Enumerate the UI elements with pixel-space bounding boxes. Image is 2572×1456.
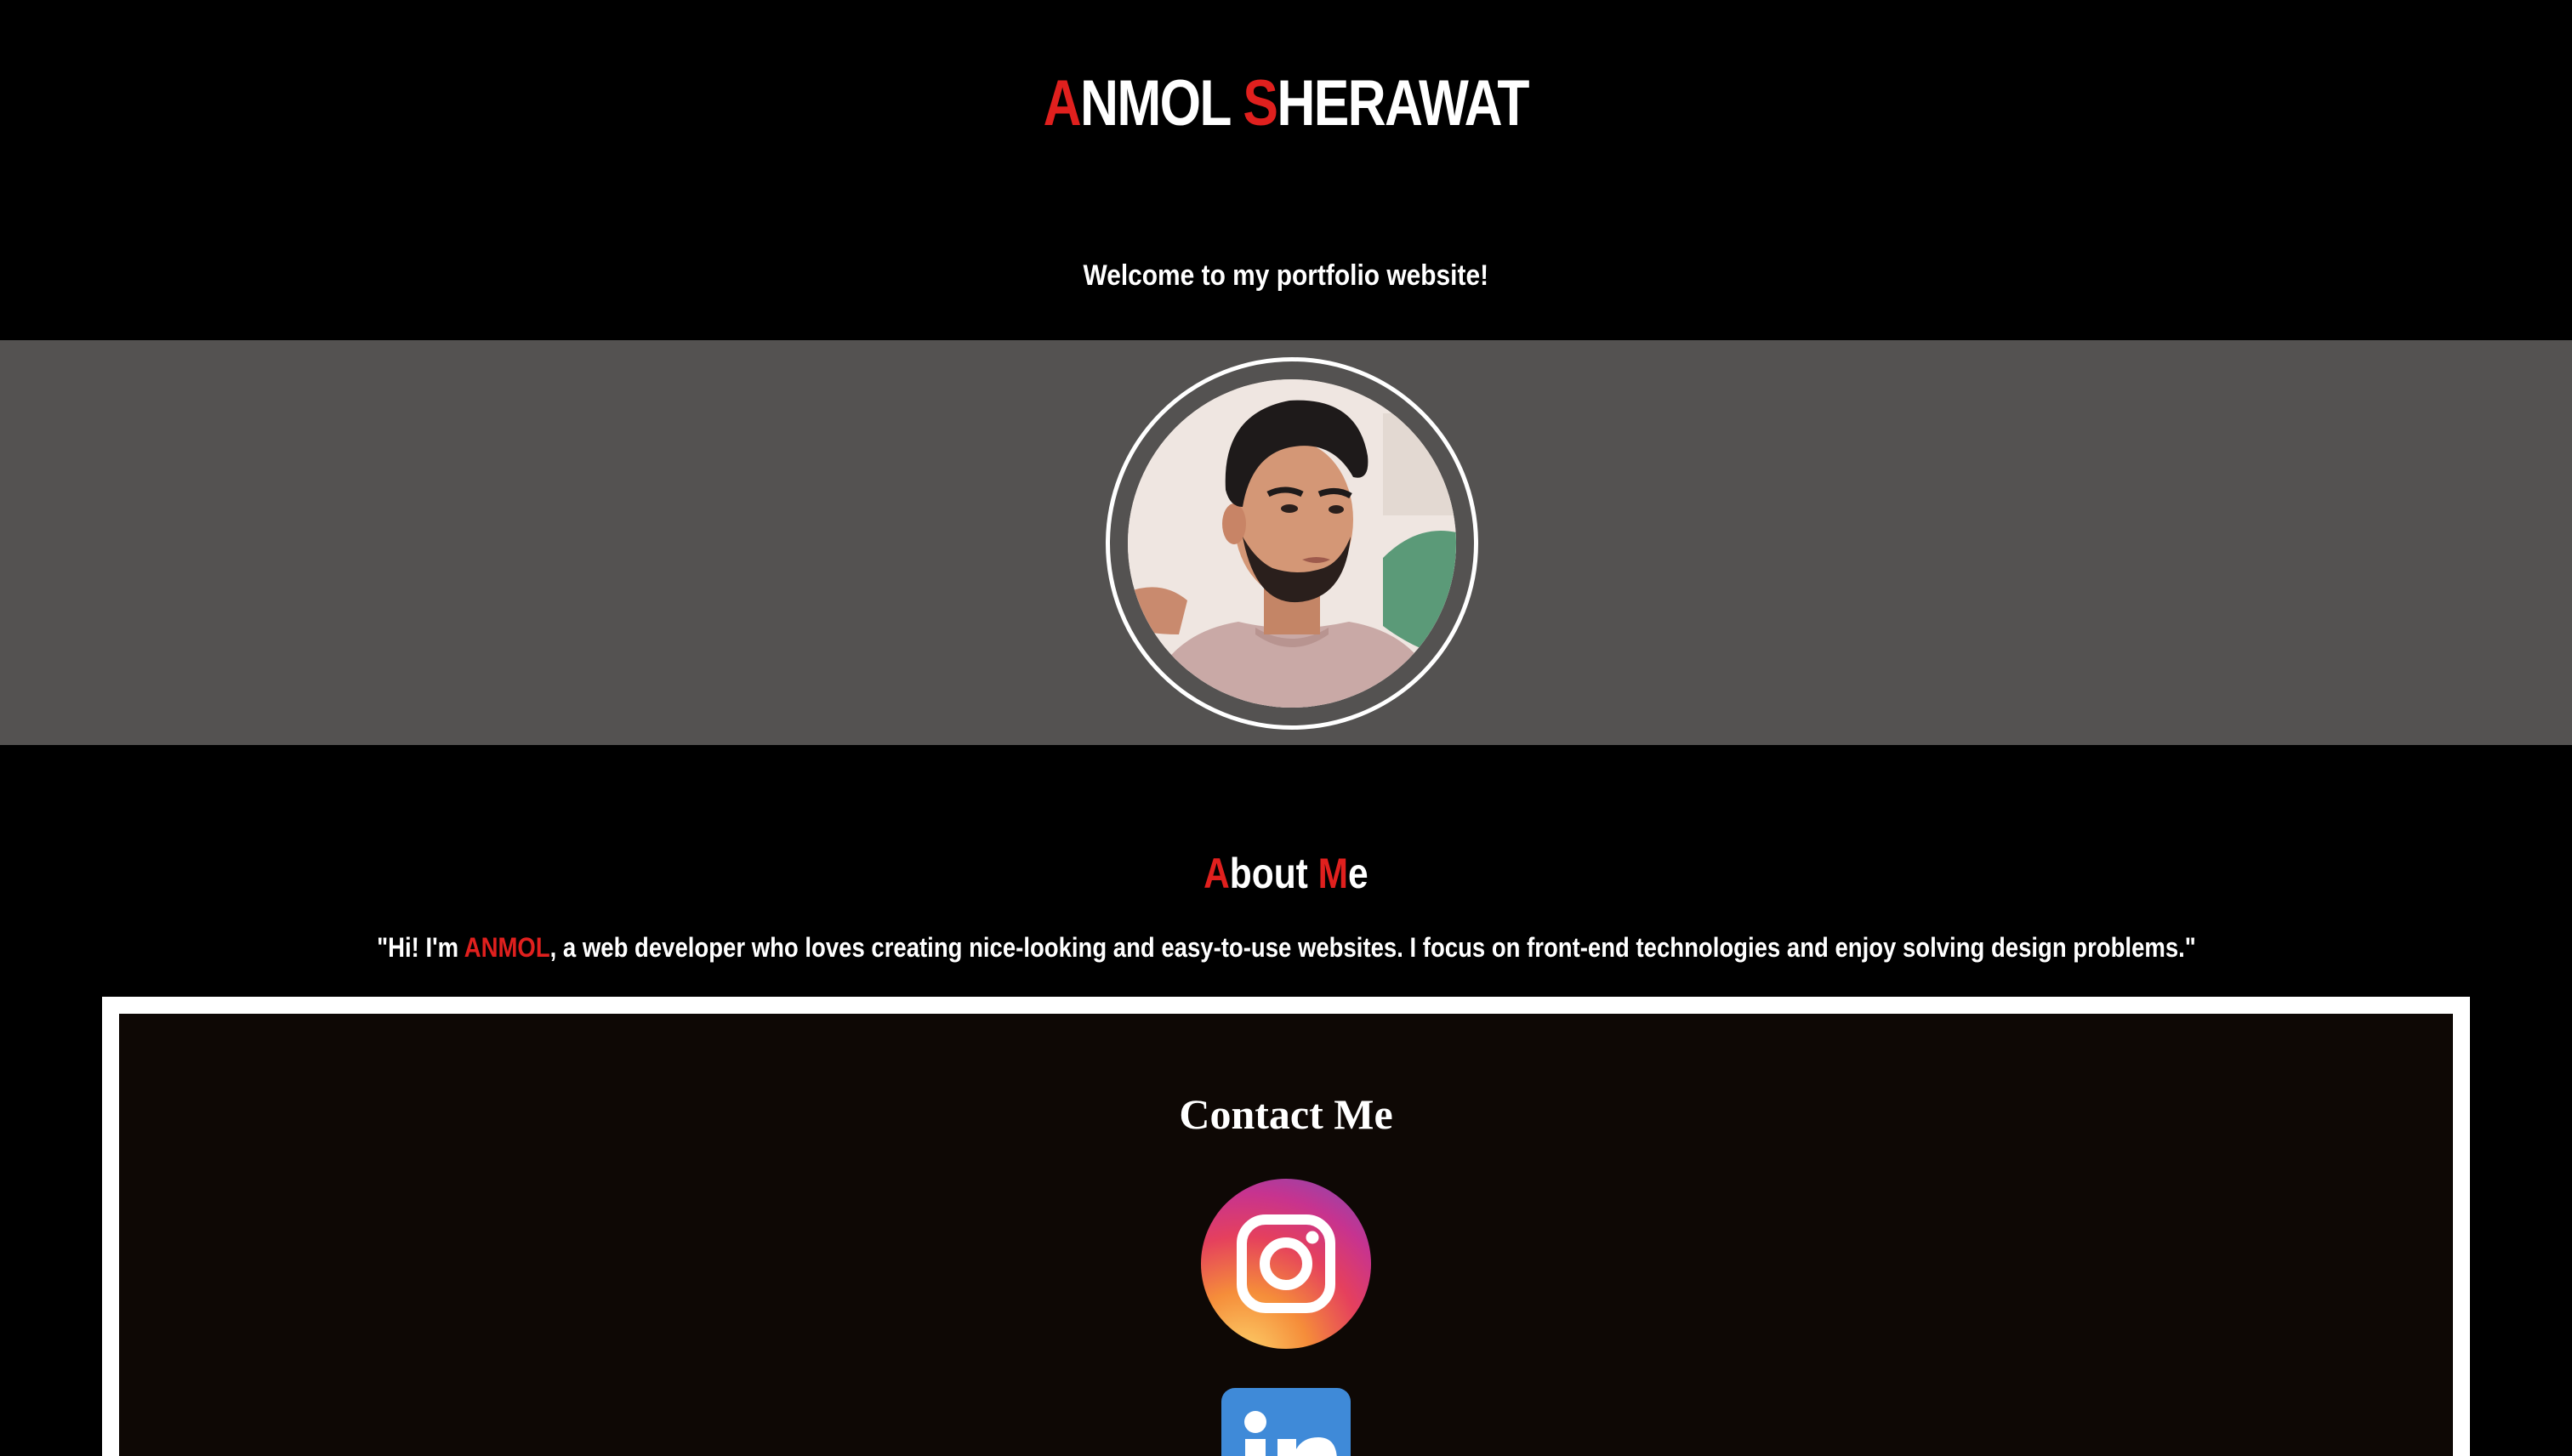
site-title: ANMOL SHERAWAT — [0, 61, 2572, 146]
linkedin-icon — [1244, 1411, 1337, 1456]
title-first-initial: A — [1043, 67, 1082, 139]
avatar — [1128, 379, 1456, 708]
about-heading-rest-a: bout — [1229, 850, 1308, 897]
about-text-name: ANMOL — [464, 932, 550, 963]
about-text-after: , a web developer who loves creating nic… — [549, 932, 2196, 963]
avatar-ring — [1106, 357, 1478, 730]
instagram-icon — [1237, 1214, 1335, 1313]
about-text: "Hi! I'm ANMOL, a web developer who love… — [0, 927, 2572, 968]
contact-card: Contact Me — [102, 997, 2470, 1456]
title-first-rest: NMOL — [1080, 67, 1231, 139]
instagram-link[interactable] — [1201, 1179, 1371, 1349]
title-last-initial: S — [1243, 67, 1279, 139]
about-text-before: "Hi! I'm — [376, 932, 464, 963]
contact-heading: Contact Me — [1179, 1090, 1393, 1138]
profile-photo — [1128, 379, 1456, 708]
linkedin-link[interactable] — [1221, 1388, 1351, 1456]
title-last-rest: HERAWAT — [1277, 67, 1530, 139]
hero-band — [0, 340, 2572, 745]
about-heading-rest-m: e — [1348, 850, 1369, 897]
about-heading: About Me — [0, 844, 2572, 903]
about-heading-initial-a: A — [1203, 850, 1230, 897]
welcome-message: Welcome to my portfolio website! — [0, 255, 2572, 296]
welcome-text: Welcome to my portfolio website! — [1083, 259, 1489, 292]
about-heading-initial-m: M — [1317, 850, 1349, 897]
